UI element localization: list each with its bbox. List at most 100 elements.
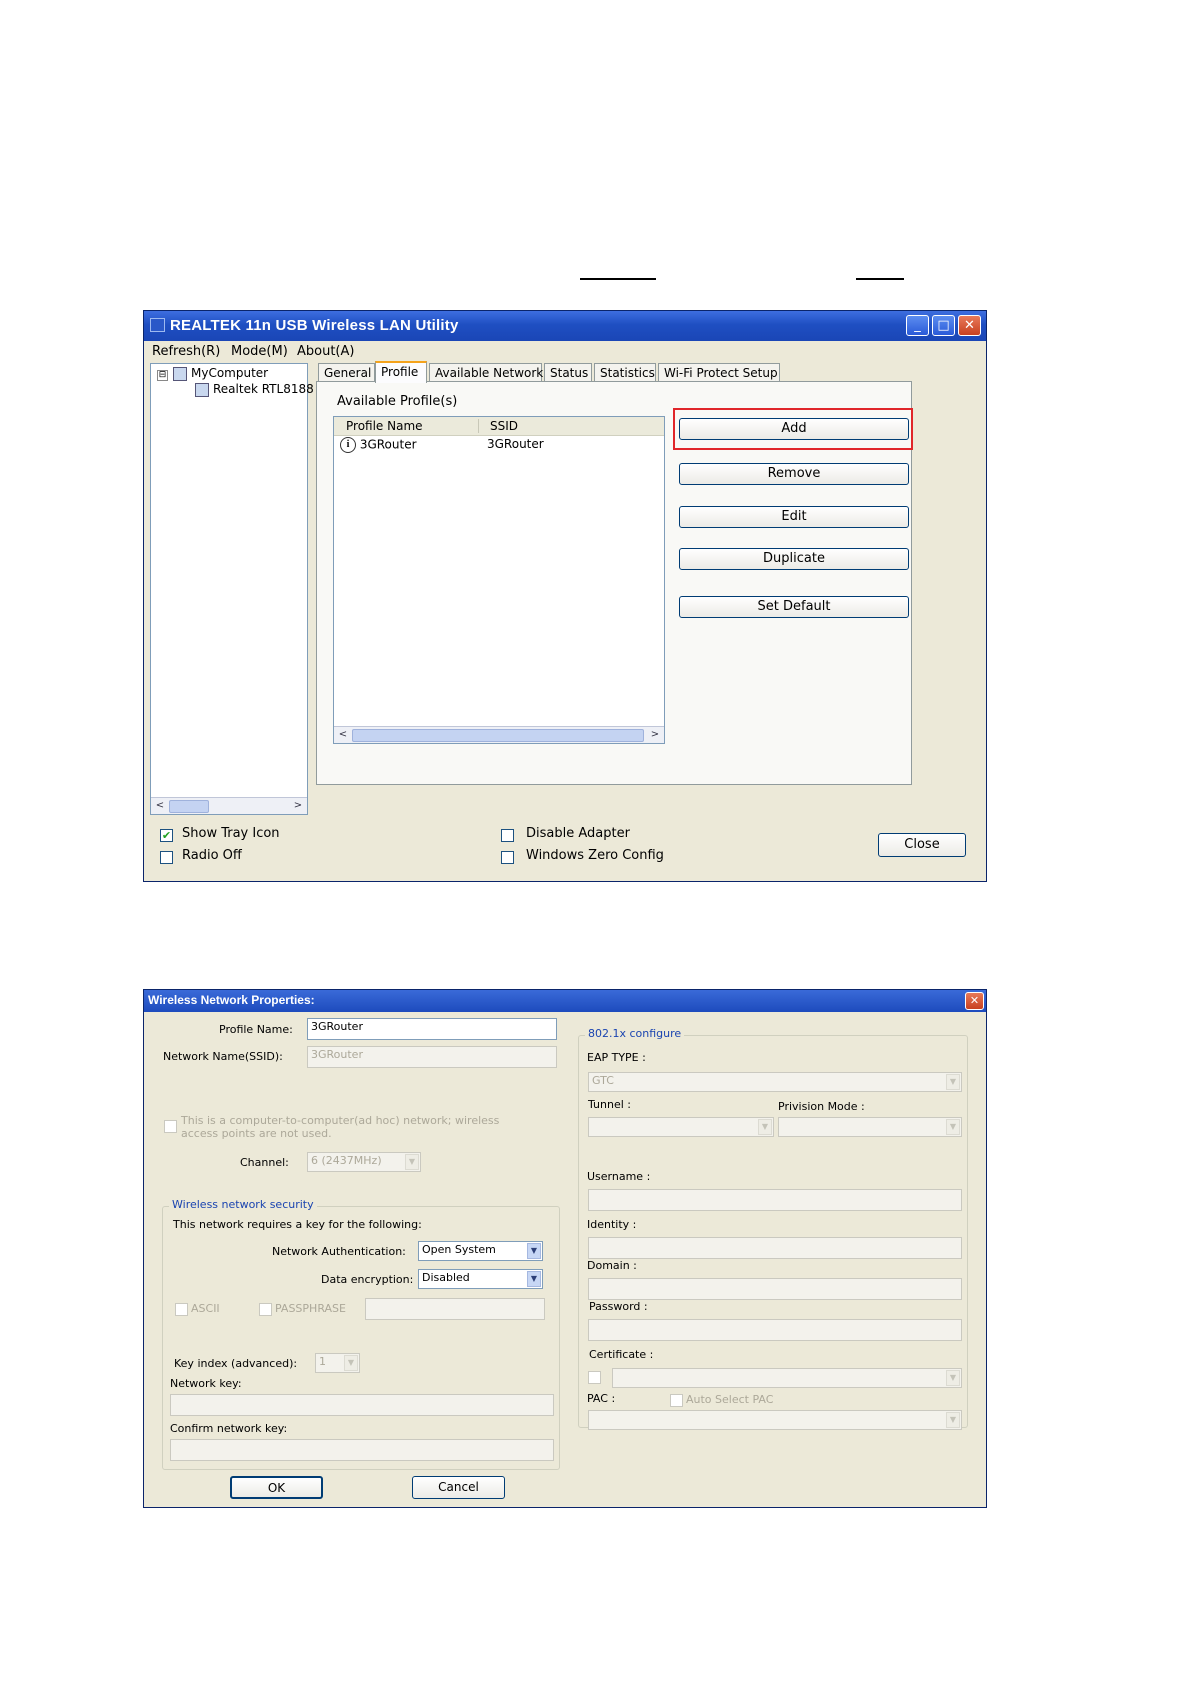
cancel-button[interactable]: Cancel: [412, 1476, 505, 1499]
eap-type-select[interactable]: GTC ▼: [588, 1072, 962, 1092]
column-profile-name[interactable]: Profile Name: [346, 419, 423, 433]
ssid-input[interactable]: 3GRouter: [307, 1046, 557, 1068]
ascii-checkbox[interactable]: [175, 1303, 188, 1316]
network-key-input[interactable]: [170, 1394, 554, 1416]
list-scroll-right-icon[interactable]: >: [648, 728, 662, 741]
data-encryption-label: Data encryption:: [321, 1273, 414, 1286]
maximize-button[interactable]: □: [932, 315, 955, 336]
identity-label: Identity :: [587, 1218, 637, 1231]
username-input[interactable]: [588, 1189, 962, 1211]
radio-off-label: Radio Off: [182, 848, 242, 863]
add-button[interactable]: Add: [679, 418, 909, 440]
network-key-label: Network key:: [170, 1377, 242, 1390]
auto-select-pac-checkbox[interactable]: [670, 1394, 683, 1407]
chevron-down-icon[interactable]: ▼: [344, 1355, 358, 1371]
menu-refresh[interactable]: Refresh(R): [152, 344, 220, 359]
username-label: Username :: [587, 1170, 651, 1183]
dot1x-group: 802.1x configure EAP TYPE : GTC ▼ Tunnel…: [578, 1027, 968, 1430]
menu-mode[interactable]: Mode(M): [231, 344, 288, 359]
info-icon: i: [340, 437, 356, 453]
channel-select[interactable]: 6 (2437MHz) ▼: [307, 1152, 421, 1172]
passphrase-checkbox[interactable]: [259, 1303, 272, 1316]
pac-label: PAC :: [587, 1392, 616, 1405]
chevron-down-icon[interactable]: ▼: [405, 1154, 419, 1170]
menu-about[interactable]: About(A): [297, 344, 354, 359]
data-encryption-select[interactable]: Disabled ▼: [418, 1269, 543, 1289]
computer-icon: [173, 366, 187, 381]
pac-select[interactable]: ▼: [588, 1410, 962, 1430]
tree-item-adapter[interactable]: Realtek RTL8188: [195, 382, 314, 397]
tree-item-mycomputer[interactable]: MyComputer: [173, 366, 268, 381]
ok-button[interactable]: OK: [230, 1476, 323, 1499]
tree-horizontal-scrollbar[interactable]: < >: [151, 797, 307, 814]
scroll-left-icon[interactable]: <: [153, 799, 167, 812]
wireless-security-group: Wireless network security This network r…: [162, 1198, 560, 1470]
windows-zero-config-checkbox[interactable]: [501, 851, 514, 864]
set-default-button[interactable]: Set Default: [679, 596, 909, 618]
dialog-title-bar[interactable]: Wireless Network Properties: ✕: [144, 990, 986, 1012]
close-window-button[interactable]: ✕: [958, 315, 981, 336]
profile-name-label: Profile Name:: [219, 1023, 293, 1036]
profile-list-scrollbar[interactable]: < >: [334, 726, 664, 743]
chevron-down-icon[interactable]: ▼: [758, 1119, 772, 1135]
close-button[interactable]: Close: [878, 833, 966, 857]
radio-off-checkbox[interactable]: [160, 851, 173, 864]
scroll-right-icon[interactable]: >: [291, 799, 305, 812]
profile-name-input[interactable]: 3GRouter: [307, 1018, 557, 1040]
dialog-close-button[interactable]: ✕: [965, 992, 984, 1010]
edit-button[interactable]: Edit: [679, 506, 909, 528]
remove-button[interactable]: Remove: [679, 463, 909, 485]
text-underline-2: [856, 278, 904, 280]
list-scroll-left-icon[interactable]: <: [336, 728, 350, 741]
title-bar[interactable]: REALTEK 11n USB Wireless LAN Utility _ □…: [144, 311, 986, 341]
domain-label: Domain :: [587, 1259, 637, 1272]
chevron-down-icon[interactable]: ▼: [946, 1412, 960, 1428]
chevron-down-icon[interactable]: ▼: [946, 1370, 960, 1386]
collapse-icon[interactable]: ⊟: [157, 370, 168, 381]
column-separator: [478, 419, 479, 433]
identity-input[interactable]: [588, 1237, 962, 1259]
passphrase-label: PASSPHRASE: [275, 1302, 346, 1315]
domain-input[interactable]: [588, 1278, 962, 1300]
tunnel-select[interactable]: ▼: [588, 1117, 774, 1137]
certificate-label: Certificate :: [589, 1348, 654, 1361]
confirm-key-input[interactable]: [170, 1439, 554, 1461]
app-icon: [150, 318, 165, 332]
provision-mode-select[interactable]: ▼: [778, 1117, 962, 1137]
tunnel-label: Tunnel :: [588, 1098, 631, 1111]
password-label: Password :: [589, 1300, 648, 1313]
scroll-thumb[interactable]: [169, 800, 209, 813]
tab-general[interactable]: General: [318, 363, 375, 382]
chevron-down-icon[interactable]: ▼: [527, 1243, 541, 1259]
channel-value: 6 (2437MHz): [311, 1154, 382, 1167]
show-tray-icon-checkbox[interactable]: ✔: [160, 829, 173, 842]
tab-statistics[interactable]: Statistics: [594, 363, 656, 382]
duplicate-button[interactable]: Duplicate: [679, 548, 909, 570]
confirm-key-label: Confirm network key:: [170, 1422, 288, 1435]
tab-wifi-protect-setup[interactable]: Wi-Fi Protect Setup: [658, 363, 780, 382]
wireless-network-properties-dialog: Wireless Network Properties: ✕ Profile N…: [143, 989, 987, 1508]
key-index-select[interactable]: 1 ▼: [315, 1353, 360, 1373]
network-auth-select[interactable]: Open System ▼: [418, 1241, 543, 1261]
dialog-title: Wireless Network Properties:: [148, 993, 315, 1007]
chevron-down-icon[interactable]: ▼: [946, 1119, 960, 1135]
password-input[interactable]: [588, 1319, 962, 1341]
tab-profile[interactable]: Profile: [375, 361, 427, 383]
wireless-security-legend: Wireless network security: [169, 1198, 317, 1211]
tab-available-network[interactable]: Available Network: [429, 363, 543, 382]
chevron-down-icon[interactable]: ▼: [527, 1271, 541, 1287]
chevron-down-icon[interactable]: ▼: [946, 1074, 960, 1090]
minimize-button[interactable]: _: [906, 315, 929, 336]
disable-adapter-checkbox[interactable]: [501, 829, 514, 842]
adhoc-label-line2: access points are not used.: [181, 1127, 332, 1140]
adhoc-checkbox[interactable]: [164, 1120, 177, 1133]
windows-zero-config-label: Windows Zero Config: [526, 848, 664, 863]
passphrase-input[interactable]: [365, 1298, 545, 1320]
profile-row[interactable]: i 3GRouter 3GRouter: [340, 437, 544, 453]
tab-status[interactable]: Status: [544, 363, 592, 382]
certificate-select[interactable]: ▼: [612, 1368, 962, 1388]
list-scroll-thumb[interactable]: [352, 729, 644, 742]
certificate-checkbox[interactable]: [588, 1371, 601, 1384]
column-ssid[interactable]: SSID: [490, 419, 518, 433]
profile-list[interactable]: Profile Name SSID i 3GRouter 3GRouter < …: [333, 416, 665, 744]
